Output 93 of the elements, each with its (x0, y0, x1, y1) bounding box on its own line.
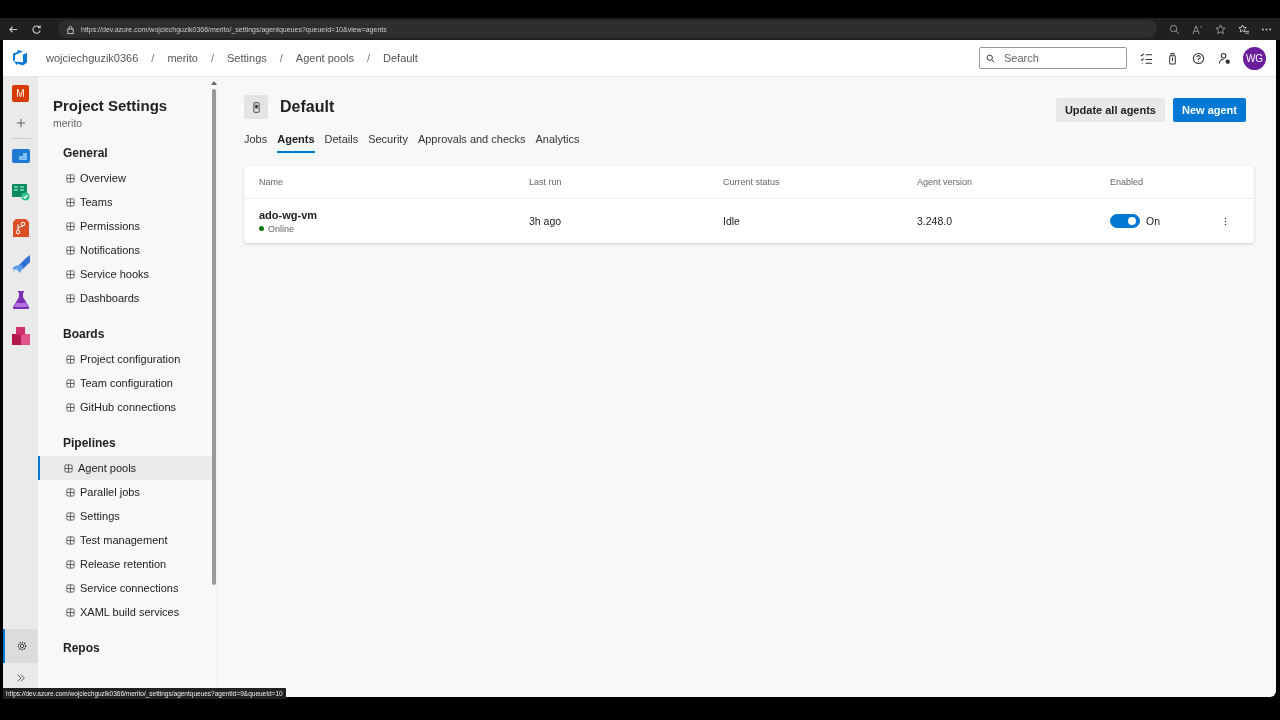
flask-icon[interactable] (11, 291, 30, 309)
grid-icon (66, 269, 75, 279)
favorites-icon[interactable] (1238, 23, 1249, 35)
tab[interactable]: Security (368, 132, 408, 151)
column-header: Enabled (1110, 177, 1145, 187)
section-heading: General (62, 146, 109, 160)
nav-item[interactable]: GitHub connections (38, 395, 212, 419)
gear-icon (16, 641, 27, 651)
grid-icon (66, 173, 75, 183)
help-icon[interactable] (1192, 51, 1205, 65)
grid-icon (66, 511, 75, 521)
grid-icon (66, 402, 75, 412)
grid-icon (66, 293, 75, 303)
breadcrumb-separator: / (366, 52, 370, 64)
section-heading: Pipelines (62, 436, 117, 450)
breadcrumb-link[interactable]: Settings (227, 52, 267, 64)
grid-icon (66, 197, 75, 207)
overview-icon[interactable] (11, 147, 30, 165)
reload-icon[interactable] (31, 23, 42, 35)
breadcrumb-link[interactable]: Default (383, 52, 418, 64)
nav-item[interactable]: Parallel jobs (38, 480, 212, 504)
tab[interactable]: Agents (277, 132, 315, 153)
toggle-label: On (1146, 215, 1160, 227)
breadcrumb-separator: / (210, 52, 215, 64)
rocket-icon[interactable] (11, 255, 30, 273)
section-heading: Boards (62, 327, 106, 341)
nav-item[interactable]: Settings (38, 504, 212, 528)
grid-icon (66, 221, 75, 231)
table-cell-text: Idle (723, 215, 741, 227)
nav-item[interactable]: Dashboards (38, 286, 212, 310)
grid-icon (66, 245, 75, 255)
breadcrumb-separator: / (279, 52, 283, 64)
zoom-icon[interactable] (1169, 23, 1180, 35)
agent-name[interactable]: ado-wg-vm (259, 208, 529, 221)
user-settings-icon[interactable] (1218, 51, 1231, 65)
column-header: Name (259, 177, 284, 187)
nav-item[interactable]: Permissions (38, 214, 212, 238)
logo-icon[interactable] (12, 50, 28, 66)
breadcrumb-separator: / (151, 52, 155, 64)
grid-icon (66, 535, 75, 545)
tab[interactable]: Approvals and checks (417, 132, 526, 151)
nav-item[interactable]: Project configuration (38, 347, 212, 371)
column-header: Agent version (917, 177, 974, 187)
nav-item[interactable]: Agent pools (38, 456, 212, 480)
column-header: Current status (723, 177, 781, 187)
nav-item[interactable]: Service hooks (38, 262, 212, 286)
nav-item[interactable]: Overview (38, 166, 212, 190)
read-aloud-icon[interactable] (1192, 23, 1203, 35)
settings-rail-item[interactable] (3, 629, 38, 663)
nav-item[interactable]: XAML build services (38, 600, 212, 624)
project-avatar[interactable]: M (12, 85, 29, 102)
grid-icon (66, 487, 75, 497)
project-name: merito (52, 117, 84, 129)
nav-item[interactable]: Service connections (38, 576, 212, 600)
tab[interactable]: Analytics (535, 132, 580, 151)
nav-item[interactable]: Release retention (38, 552, 212, 576)
toggle-switch[interactable] (1110, 214, 1140, 228)
branch-icon[interactable] (11, 219, 30, 237)
bag-icon[interactable] (1166, 51, 1179, 65)
grid-icon (64, 463, 73, 473)
grid-icon (66, 559, 75, 569)
page-title: Default (280, 98, 335, 116)
search-field[interactable]: Search (979, 47, 1127, 69)
grid-icon (66, 607, 75, 617)
scroll-up-icon[interactable] (211, 81, 217, 85)
nav-item[interactable]: Teams (38, 190, 212, 214)
primary-button[interactable]: New agent (1173, 98, 1246, 122)
table-cell-text: 3.248.0 (917, 215, 954, 227)
breadcrumb-link[interactable]: wojciechguzik0366 (46, 52, 139, 64)
plus-icon[interactable] (15, 118, 26, 128)
nav-item[interactable]: Team configuration (38, 371, 212, 395)
sidebar-title: Project Settings (52, 97, 169, 114)
status-text: Online (268, 223, 294, 234)
checklist-icon[interactable] (1140, 51, 1153, 65)
expand-icon[interactable] (15, 673, 26, 683)
user-avatar[interactable]: WG (1243, 46, 1266, 70)
board-check-icon[interactable] (11, 183, 30, 201)
section-heading: Repos (62, 641, 101, 655)
grid-icon (66, 583, 75, 593)
grid-icon (66, 378, 75, 388)
secondary-button[interactable]: Update all agents (1055, 98, 1165, 122)
nav-item[interactable]: Notifications (38, 238, 212, 262)
nav-item[interactable]: Test management (38, 528, 212, 552)
breadcrumb-link[interactable]: Agent pools (295, 52, 354, 64)
tab[interactable]: Details (324, 132, 359, 151)
column-header: Last run (529, 177, 563, 187)
table-cell-text: 3h ago (529, 215, 563, 227)
star-icon[interactable] (1215, 23, 1226, 35)
breadcrumb-link[interactable]: merito (167, 52, 198, 64)
tab[interactable]: Jobs (244, 132, 268, 151)
phone-icon (244, 95, 268, 119)
boxes-icon[interactable] (11, 327, 30, 345)
grid-icon (66, 354, 75, 364)
